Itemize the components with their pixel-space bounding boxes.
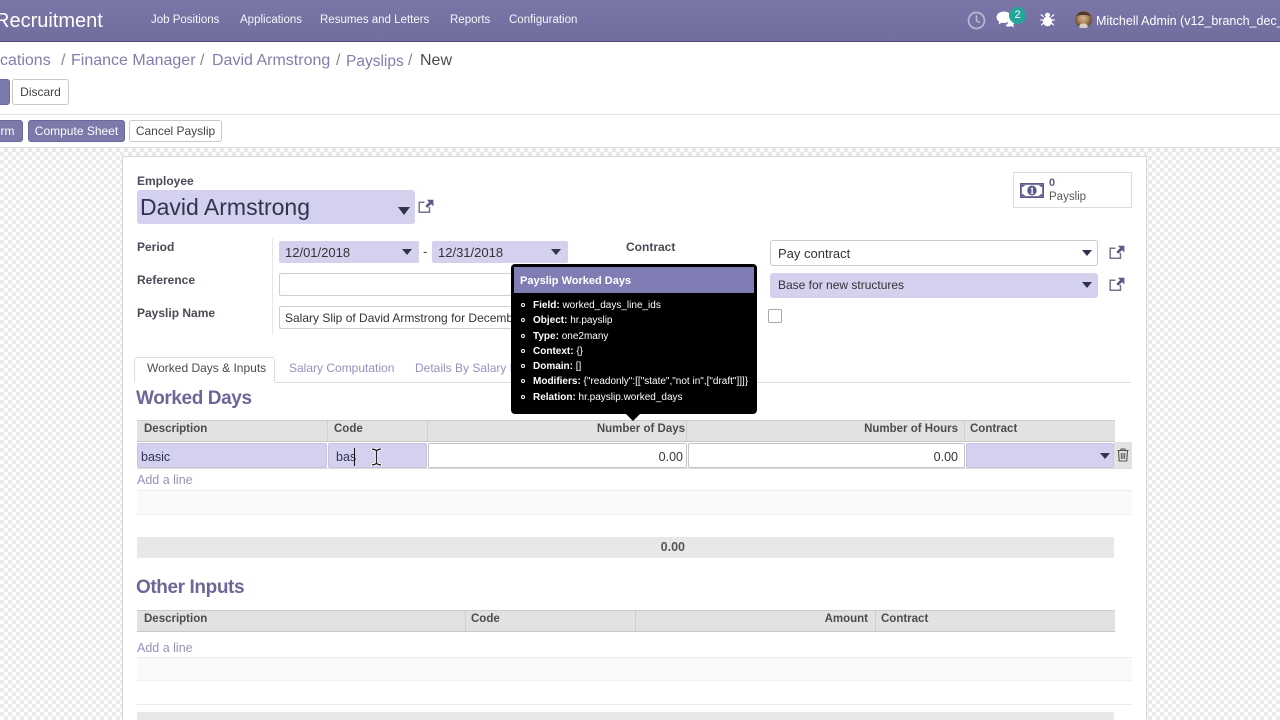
- svg-text:1: 1: [1030, 187, 1035, 197]
